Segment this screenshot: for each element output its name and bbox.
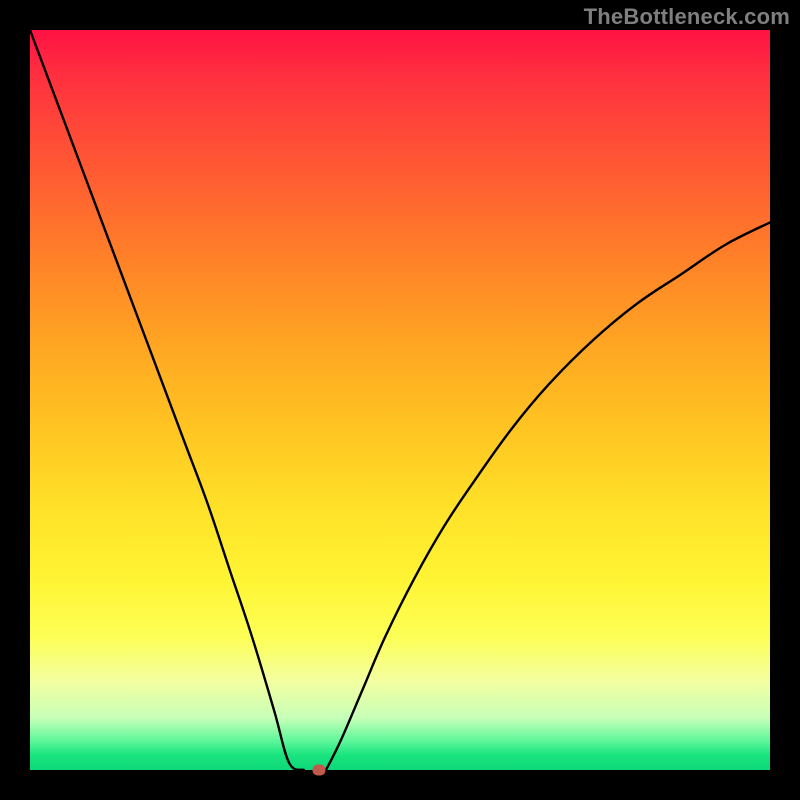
plot-area bbox=[30, 30, 770, 770]
minimum-marker bbox=[312, 765, 325, 776]
watermark-text: TheBottleneck.com bbox=[584, 4, 790, 30]
chart-container: TheBottleneck.com bbox=[0, 0, 800, 800]
curves-svg bbox=[30, 30, 770, 770]
curve-right-branch bbox=[326, 222, 770, 770]
curve-left-branch bbox=[30, 30, 304, 770]
